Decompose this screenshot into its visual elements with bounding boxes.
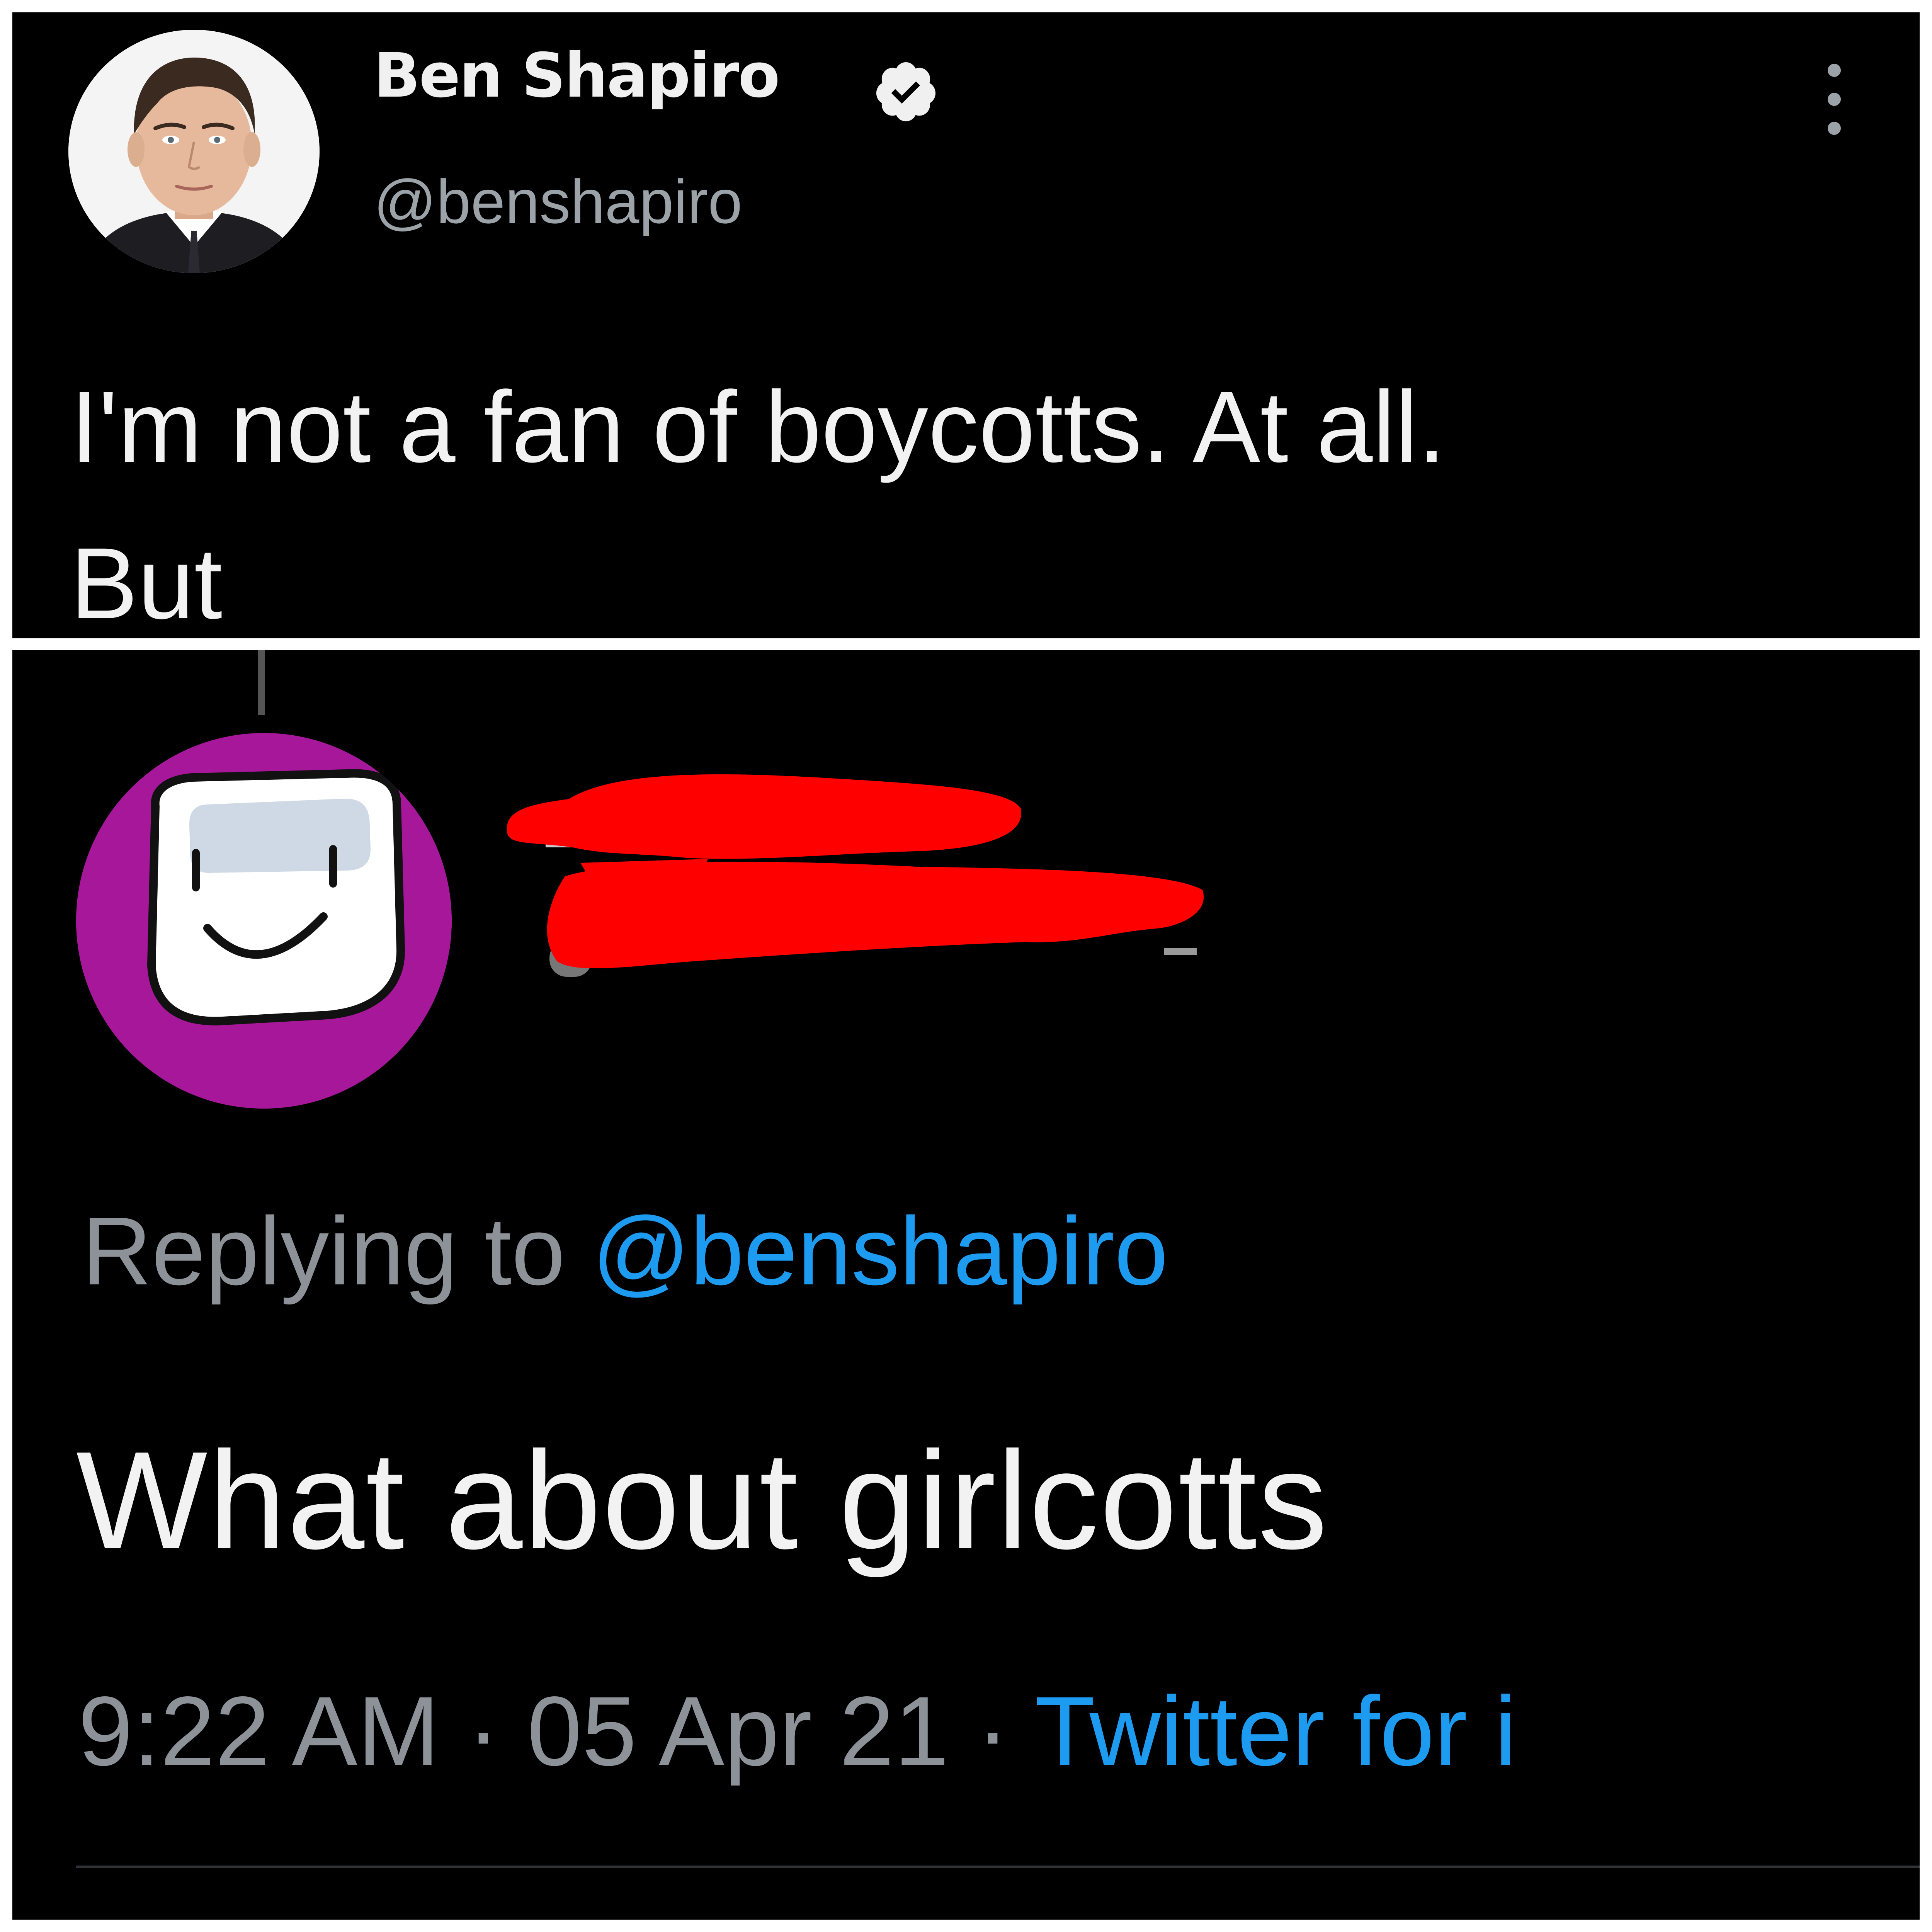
author-name[interactable]: Ben Shapiro [374,45,780,106]
tweet-text-line-1: I'm not a fan of boycotts. At all. [70,370,1446,483]
reply-text: What about girlcotts [76,1423,1329,1578]
tweet-date[interactable]: 05 Apr 21 [527,1676,949,1786]
original-tweet-panel: Ben Shapiro @benshapiro I'm not a fan of… [12,12,1920,638]
tweet-source-link[interactable]: Twitter for i [1035,1676,1517,1786]
verified-badge-icon [876,62,936,122]
tweet-text: I'm not a fan of boycotts. At all. But [70,349,1848,638]
tweet-time[interactable]: 9:22 AM [78,1676,440,1786]
tweet-meta: 9:22 AM · 05 Apr 21 · Twitter for i [78,1682,1517,1781]
replying-to-label: Replying to [82,1197,565,1305]
reply-tweet-panel: Replying to @benshapiro What about girlc… [12,650,1920,1920]
more-vertical-icon[interactable] [1821,61,1848,138]
thread-connector-line [258,650,265,715]
divider [76,1866,1920,1868]
smiley-face-icon [76,733,452,1109]
tweet-text-line-2: But [70,527,223,638]
author-avatar[interactable] [68,30,320,273]
author-handle[interactable]: @benshapiro [374,171,742,233]
meta-separator: · [467,1676,500,1786]
author-portrait [68,30,320,273]
meta-separator: · [976,1676,1009,1786]
reply-avatar[interactable] [76,733,452,1109]
replying-to-line: Replying to @benshapiro [82,1203,1168,1299]
redaction-scribble [507,774,1204,977]
replying-to-handle-link[interactable]: @benshapiro [592,1197,1168,1305]
